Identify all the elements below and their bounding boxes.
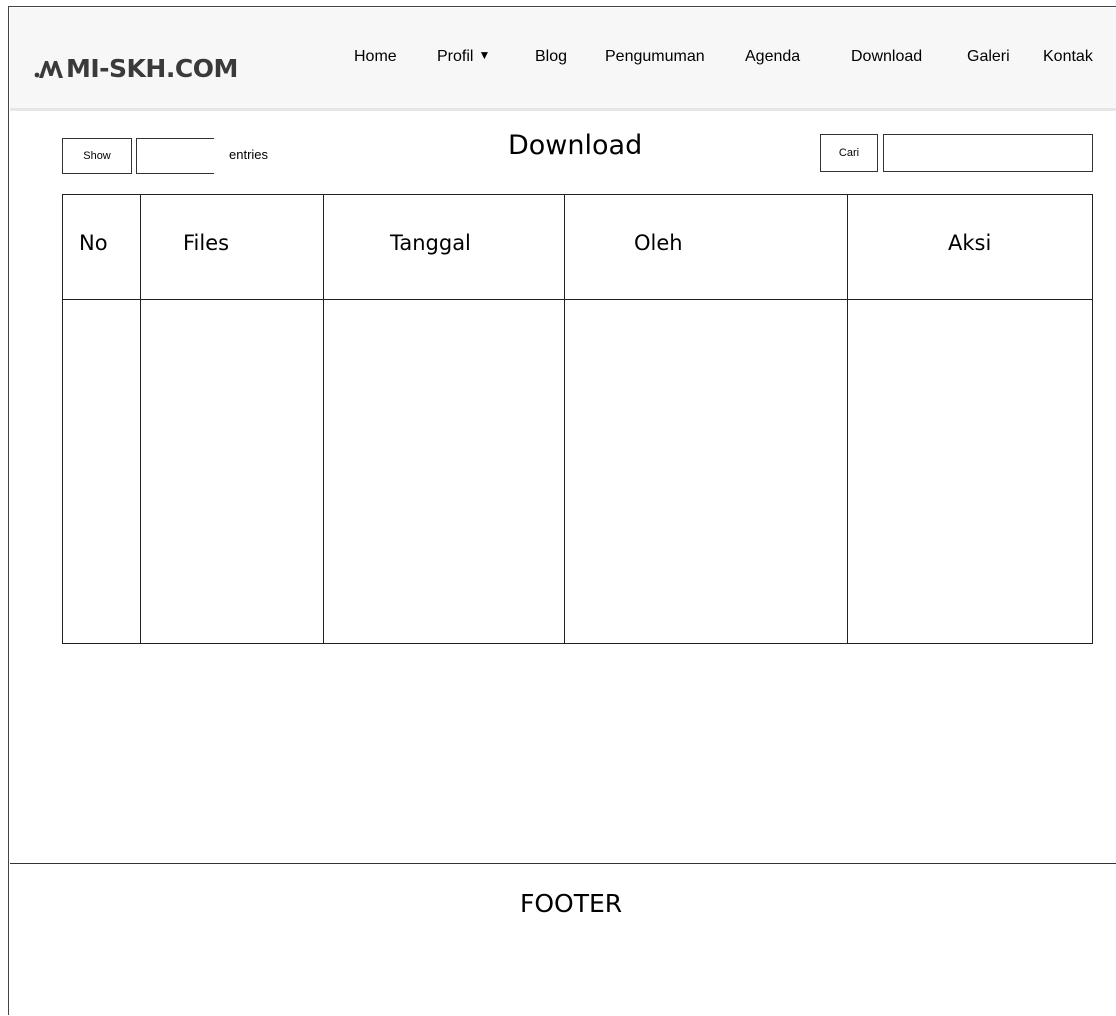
search-label: Cari	[838, 147, 860, 159]
nav-pengumuman[interactable]: Pengumuman	[605, 48, 705, 66]
nav-agenda[interactable]: Agenda	[745, 48, 800, 66]
show-entries-button[interactable]: Show	[62, 138, 132, 174]
caret-down-icon: ▼	[478, 48, 491, 62]
nav-kontak[interactable]: Kontak	[1043, 48, 1093, 66]
entries-label: entries	[229, 147, 269, 162]
column-header-aksi[interactable]: Aksi	[948, 231, 991, 255]
page-title: Download	[508, 130, 643, 161]
download-table: No Files Tanggal Oleh Aksi	[62, 194, 1093, 644]
show-label: Show	[83, 150, 111, 162]
table-header-divider	[63, 299, 1092, 300]
column-header-oleh[interactable]: Oleh	[634, 231, 683, 255]
nav-pengumuman-label: Pengumuman	[605, 48, 705, 65]
footer: FOOTER	[10, 863, 1116, 1016]
nav-blog-label: Blog	[535, 48, 568, 65]
nav-profil[interactable]: Profil ▼	[437, 48, 490, 66]
column-divider	[140, 195, 141, 643]
nav-home-label: Home	[354, 48, 397, 65]
mi-logo-icon	[34, 60, 63, 78]
nav-agenda-label: Agenda	[745, 48, 801, 65]
entries-input[interactable]	[136, 138, 214, 174]
nav-profil-label: Profil	[437, 48, 474, 65]
nav-home[interactable]: Home	[354, 48, 397, 66]
nav-galeri[interactable]: Galeri	[967, 48, 1010, 66]
search-input[interactable]	[883, 134, 1093, 172]
brand[interactable]: MI-SKH.COM	[34, 54, 238, 83]
brand-name: MI-SKH.COM	[66, 54, 238, 83]
nav-galeri-label: Galeri	[967, 48, 1010, 65]
column-divider	[847, 195, 848, 643]
column-header-files[interactable]: Files	[183, 231, 229, 255]
nav-download-label: Download	[851, 48, 923, 65]
navbar: MI-SKH.COM Home Profil ▼ Blog Pengumuman …	[10, 8, 1116, 111]
column-header-no[interactable]: No	[79, 231, 108, 255]
footer-text: FOOTER	[520, 889, 623, 918]
search-button[interactable]: Cari	[820, 134, 878, 172]
nav-kontak-label: Kontak	[1043, 48, 1093, 65]
column-divider	[564, 195, 565, 643]
nav-blog[interactable]: Blog	[535, 48, 567, 66]
column-header-tanggal[interactable]: Tanggal	[390, 231, 471, 255]
column-divider	[323, 195, 324, 643]
nav-download[interactable]: Download	[851, 48, 922, 66]
